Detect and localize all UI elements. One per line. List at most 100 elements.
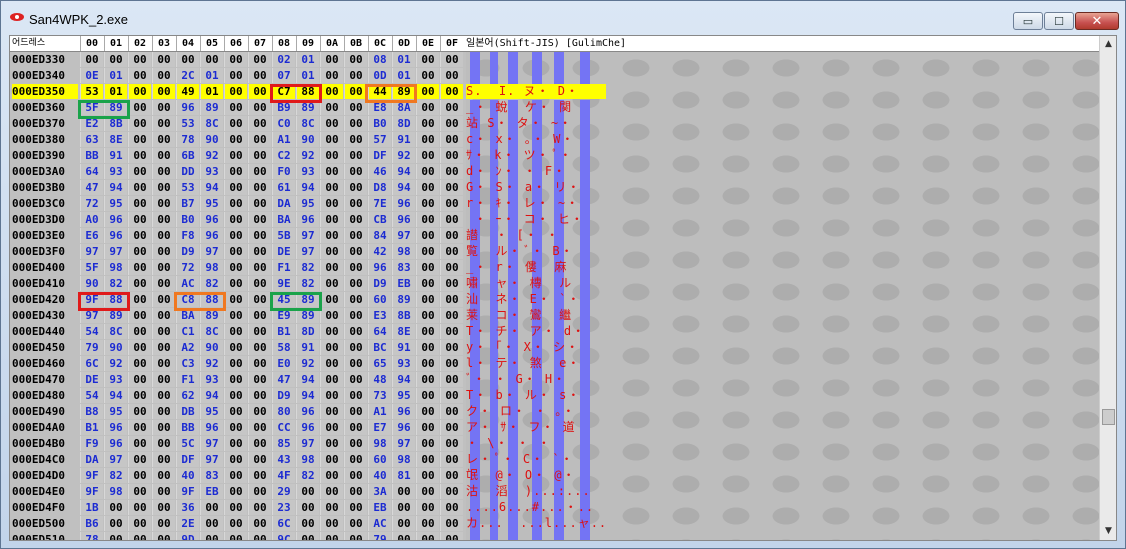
byte-cell[interactable]: 00 xyxy=(344,164,367,179)
byte-cell[interactable]: 00 xyxy=(128,52,151,67)
byte-cell[interactable]: 9F xyxy=(80,468,103,483)
byte-cell[interactable]: B0 xyxy=(368,116,391,131)
byte-cell[interactable]: 00 xyxy=(128,84,151,99)
row-text[interactable]: _・ 蛻 ケ・ 関 xyxy=(466,100,606,115)
byte-cell[interactable]: 82 xyxy=(296,468,319,483)
byte-cell[interactable]: 92 xyxy=(104,356,127,371)
byte-cell[interactable]: 07 xyxy=(272,68,295,83)
title-bar[interactable]: San4WPK_2.exe ▭ ☐ ✕ xyxy=(1,1,1125,35)
byte-cell[interactable]: 00 xyxy=(224,52,247,67)
byte-cell[interactable]: BB xyxy=(80,148,103,163)
row-text[interactable]: G・ S・ a・ リ・ xyxy=(466,180,606,195)
byte-cell[interactable]: 00 xyxy=(392,516,415,531)
byte-cell[interactable]: 58 xyxy=(272,340,295,355)
byte-cell[interactable]: 00 xyxy=(440,484,463,499)
byte-cell[interactable]: 01 xyxy=(296,52,319,67)
maximize-button[interactable]: ☐ xyxy=(1044,12,1074,30)
byte-cell[interactable]: 00 xyxy=(152,484,175,499)
byte-cell[interactable]: 00 xyxy=(344,356,367,371)
row-text[interactable]: r・ ｷ・ レ・ ~・ xyxy=(466,196,606,211)
byte-cell[interactable]: 53 xyxy=(176,116,199,131)
byte-cell[interactable]: 9E xyxy=(272,276,295,291)
byte-cell[interactable]: 89 xyxy=(392,292,415,307)
byte-cell[interactable]: 92 xyxy=(200,148,223,163)
byte-cell[interactable]: 00 xyxy=(344,404,367,419)
byte-cell[interactable]: 00 xyxy=(320,100,343,115)
byte-cell[interactable]: 00 xyxy=(248,372,271,387)
byte-cell[interactable]: 00 xyxy=(320,436,343,451)
byte-cell[interactable]: 00 xyxy=(416,500,439,515)
byte-cell[interactable]: 00 xyxy=(416,116,439,131)
byte-cell[interactable]: 78 xyxy=(80,532,103,540)
byte-cell[interactable]: 00 xyxy=(248,148,271,163)
byte-cell[interactable]: B7 xyxy=(176,196,199,211)
byte-cell[interactable]: 00 xyxy=(152,228,175,243)
byte-cell[interactable]: 93 xyxy=(296,164,319,179)
byte-cell[interactable]: 00 xyxy=(320,212,343,227)
byte-cell[interactable]: 60 xyxy=(368,292,391,307)
scrollbar-thumb[interactable] xyxy=(1102,409,1115,425)
byte-cell[interactable]: 00 xyxy=(392,500,415,515)
byte-cell[interactable]: 00 xyxy=(152,436,175,451)
byte-cell[interactable]: 23 xyxy=(272,500,295,515)
hex-row[interactable]: 000ED500 B6 00 00 00 2E 00 00 00 6C 00 00 00 AC 00 00 00… xyxy=(10,516,1099,532)
byte-cell[interactable]: 90 xyxy=(296,132,319,147)
byte-cell[interactable]: 8C xyxy=(296,116,319,131)
byte-cell[interactable]: 00 xyxy=(224,260,247,275)
byte-cell[interactable]: B6 xyxy=(80,516,103,531)
byte-cell[interactable]: 00 xyxy=(248,452,271,467)
byte-cell[interactable]: DE xyxy=(272,244,295,259)
byte-cell[interactable]: 00 xyxy=(416,260,439,275)
byte-cell[interactable]: 00 xyxy=(416,308,439,323)
byte-cell[interactable]: BC xyxy=(368,340,391,355)
byte-cell[interactable]: 00 xyxy=(224,436,247,451)
byte-cell[interactable]: 00 xyxy=(440,244,463,259)
hex-row[interactable]: 000ED410 90 82 00 00 AC 82 00 00 9E 82 00 00 D9 EB 00 00… xyxy=(10,276,1099,292)
hex-row[interactable]: 000ED360 5F 89 00 00 96 89 00 00 B9 89 00 00 E8 8A 00 00… xyxy=(10,100,1099,116)
byte-cell[interactable]: 00 xyxy=(200,52,223,67)
byte-cell[interactable]: EB xyxy=(200,484,223,499)
byte-cell[interactable]: 90 xyxy=(200,340,223,355)
byte-cell[interactable]: A0 xyxy=(80,212,103,227)
row-text[interactable]: y・ ｢・ X・ シ・ xyxy=(466,340,606,355)
byte-cell[interactable]: 98 xyxy=(392,452,415,467)
byte-cell[interactable]: BB xyxy=(176,420,199,435)
byte-cell[interactable]: 2C xyxy=(176,68,199,83)
byte-cell[interactable]: 00 xyxy=(224,356,247,371)
byte-cell[interactable]: 98 xyxy=(104,484,127,499)
byte-cell[interactable]: 00 xyxy=(416,532,439,540)
byte-cell[interactable]: 00 xyxy=(344,100,367,115)
byte-cell[interactable]: CC xyxy=(272,420,295,435)
byte-cell[interactable]: 00 xyxy=(224,404,247,419)
byte-cell[interactable]: 00 xyxy=(392,484,415,499)
byte-cell[interactable]: 95 xyxy=(296,196,319,211)
byte-cell[interactable]: C3 xyxy=(176,356,199,371)
byte-cell[interactable]: 43 xyxy=(272,452,295,467)
byte-cell[interactable]: 00 xyxy=(440,52,463,67)
byte-cell[interactable]: 00 xyxy=(416,228,439,243)
byte-cell[interactable]: 00 xyxy=(152,52,175,67)
byte-cell[interactable]: D9 xyxy=(272,388,295,403)
byte-cell[interactable]: 00 xyxy=(248,500,271,515)
byte-cell[interactable]: 00 xyxy=(440,308,463,323)
byte-cell[interactable]: 00 xyxy=(344,436,367,451)
byte-cell[interactable]: D8 xyxy=(368,180,391,195)
byte-cell[interactable]: 00 xyxy=(152,68,175,83)
byte-cell[interactable]: 96 xyxy=(200,420,223,435)
byte-cell[interactable]: 97 xyxy=(296,244,319,259)
row-text[interactable] xyxy=(466,68,606,83)
byte-cell[interactable]: 00 xyxy=(440,180,463,195)
byte-cell[interactable]: 00 xyxy=(416,148,439,163)
row-text[interactable]: 站 S・ タ・ ~・ xyxy=(466,116,606,131)
byte-cell[interactable]: 00 xyxy=(152,452,175,467)
byte-cell[interactable]: 00 xyxy=(152,292,175,307)
byte-cell[interactable]: 00 xyxy=(248,228,271,243)
byte-cell[interactable]: 00 xyxy=(416,516,439,531)
byte-cell[interactable]: 95 xyxy=(104,196,127,211)
byte-cell[interactable]: 91 xyxy=(104,148,127,163)
byte-cell[interactable]: 29 xyxy=(272,484,295,499)
byte-cell[interactable]: 36 xyxy=(176,500,199,515)
byte-cell[interactable]: 00 xyxy=(128,324,151,339)
byte-cell[interactable]: 95 xyxy=(200,196,223,211)
byte-cell[interactable]: 01 xyxy=(104,84,127,99)
